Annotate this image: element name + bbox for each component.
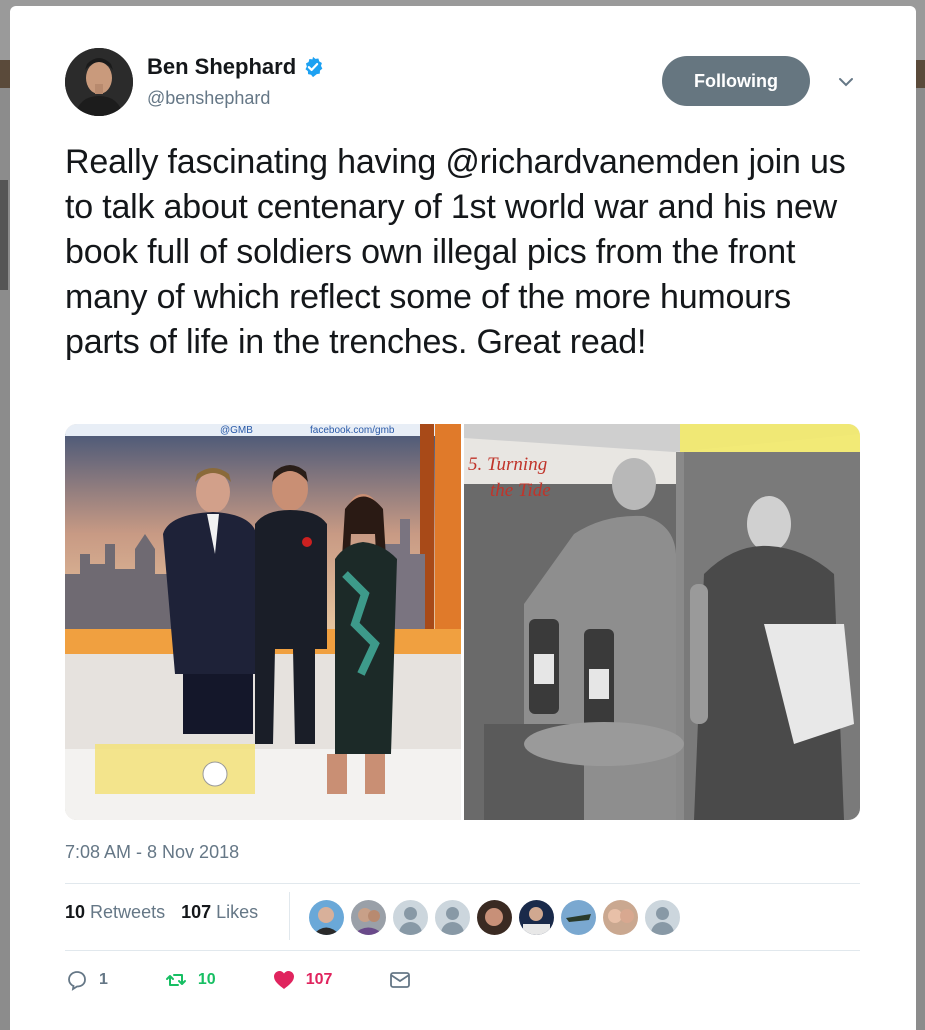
retweets-count: 10: [65, 902, 86, 922]
stats-divider: [289, 892, 290, 940]
divider-top: [65, 883, 860, 884]
retweet-count: 10: [197, 971, 216, 988]
liker-avatars: [308, 899, 681, 936]
tweet-text: Really fascinating having @richardvanemd…: [65, 143, 846, 361]
liker-avatar[interactable]: [308, 899, 345, 936]
liker-avatar-default[interactable]: [434, 899, 471, 936]
retweet-button[interactable]: 10: [164, 968, 216, 992]
liker-avatar[interactable]: [518, 899, 555, 936]
divider-bottom: [65, 950, 860, 951]
heart-icon: [273, 971, 294, 989]
author-handle[interactable]: @benshephard: [147, 88, 270, 109]
direct-message-button[interactable]: [388, 968, 412, 992]
retweet-icon: [165, 974, 186, 986]
likes-label: Likes: [216, 902, 259, 922]
gmb-facebook-text: facebook.com/gmb: [310, 425, 395, 436]
tweet-timestamp[interactable]: 7:08 AM - 8 Nov 2018: [65, 842, 239, 863]
engagement-stats: 10 Retweets 107 Likes: [65, 902, 258, 923]
tweet-card: Ben Shephard @benshephard Following Real…: [10, 6, 916, 1030]
liker-avatar[interactable]: [602, 899, 639, 936]
chapter-title-line1: 5. Turning: [468, 454, 547, 475]
author-name-text[interactable]: Ben Shephard: [147, 54, 296, 80]
liker-avatar[interactable]: [476, 899, 513, 936]
studio-photo[interactable]: @GMB facebook.com/gmb: [65, 424, 461, 820]
following-button[interactable]: Following: [662, 56, 810, 106]
chevron-down-icon[interactable]: [836, 72, 856, 92]
liker-avatar-default[interactable]: [392, 899, 429, 936]
retweets-stat[interactable]: 10 Retweets: [65, 902, 165, 923]
background-left-thumbnail: [0, 180, 8, 290]
book-photo[interactable]: 5. Turning the Tide: [464, 424, 860, 820]
reply-button[interactable]: 1: [65, 968, 108, 992]
author-name[interactable]: Ben Shephard: [147, 54, 324, 80]
reply-count: 1: [99, 971, 108, 988]
reply-icon: [68, 971, 86, 991]
chapter-title-line2: the Tide: [490, 480, 551, 501]
likes-stat[interactable]: 107 Likes: [181, 902, 258, 923]
likes-count: 107: [181, 902, 212, 922]
like-button[interactable]: 107: [272, 968, 333, 992]
liker-avatar[interactable]: [350, 899, 387, 936]
liker-avatar[interactable]: [560, 899, 597, 936]
liker-avatar-default[interactable]: [644, 899, 681, 936]
tweet-media[interactable]: @GMB facebook.com/gmb 5. Turning the Tid…: [65, 424, 860, 820]
author-avatar[interactable]: [65, 48, 133, 116]
verified-badge-icon: [302, 56, 324, 78]
envelope-icon: [390, 972, 411, 988]
gmb-handle-text: @GMB: [220, 425, 253, 436]
retweets-label: Retweets: [90, 902, 166, 922]
tweet-actions: 1 10 107: [65, 968, 468, 992]
like-count: 107: [305, 971, 333, 988]
